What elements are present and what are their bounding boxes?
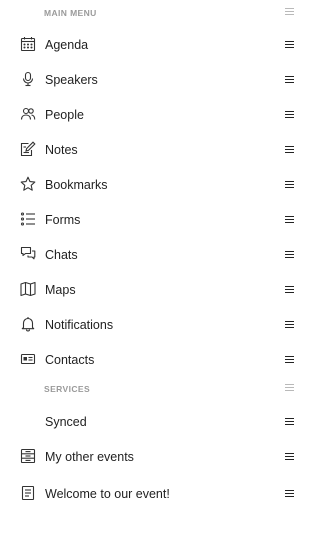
menu-item-speakers[interactable]: Speakers xyxy=(0,62,324,97)
drag-handle-icon[interactable] xyxy=(285,286,294,293)
menu-item-notifications[interactable]: Notifications xyxy=(0,307,324,342)
drag-handle-icon[interactable] xyxy=(285,181,294,188)
menu-item-maps[interactable]: Maps xyxy=(0,272,324,307)
menu-item-notes[interactable]: Notes xyxy=(0,132,324,167)
menu-item-label: Welcome to our event! xyxy=(45,487,170,501)
people-icon xyxy=(20,106,36,122)
document-icon xyxy=(20,485,36,501)
menu-item-label: Forms xyxy=(45,213,81,227)
events-icon xyxy=(20,448,36,464)
star-icon xyxy=(20,176,36,192)
drag-handle-icon[interactable] xyxy=(285,356,294,363)
drag-handle-icon[interactable] xyxy=(285,216,294,223)
drag-handle-icon[interactable] xyxy=(285,111,294,118)
contact-card-icon xyxy=(20,351,36,367)
menu-item-my-other-events[interactable]: My other events xyxy=(0,439,324,474)
main-menu-title: MAIN MENU xyxy=(44,8,97,18)
map-icon xyxy=(20,281,36,297)
microphone-icon xyxy=(20,71,36,87)
menu-item-agenda[interactable]: Agenda xyxy=(0,27,324,62)
services-title: SERVICES xyxy=(44,384,91,394)
menu-item-contacts[interactable]: Contacts xyxy=(0,342,324,377)
drag-handle-icon[interactable] xyxy=(285,384,294,391)
drag-handle-icon[interactable] xyxy=(285,76,294,83)
menu-item-bookmarks[interactable]: Bookmarks xyxy=(0,167,324,202)
calendar-icon xyxy=(20,36,36,52)
menu-item-label: Notes xyxy=(45,143,78,157)
menu-item-label: Synced xyxy=(45,415,87,429)
menu-item-label: Bookmarks xyxy=(45,178,108,192)
menu-item-label: People xyxy=(45,108,84,122)
menu-item-people[interactable]: People xyxy=(0,97,324,132)
menu-item-label: Maps xyxy=(45,283,76,297)
menu-item-label: Chats xyxy=(45,248,78,262)
drag-handle-icon[interactable] xyxy=(285,490,294,497)
drag-handle-icon[interactable] xyxy=(285,453,294,460)
drag-handle-icon[interactable] xyxy=(285,321,294,328)
menu-item-welcome[interactable]: Welcome to our event! xyxy=(0,476,324,511)
services-header: SERVICES xyxy=(0,380,324,402)
notes-icon xyxy=(20,141,36,157)
menu-item-chats[interactable]: Chats xyxy=(0,237,324,272)
main-menu-header: MAIN MENU xyxy=(0,4,324,26)
drag-handle-icon[interactable] xyxy=(285,146,294,153)
drag-handle-icon[interactable] xyxy=(285,251,294,258)
menu-item-forms[interactable]: Forms xyxy=(0,202,324,237)
drag-handle-icon[interactable] xyxy=(285,41,294,48)
chat-icon xyxy=(20,246,36,262)
menu-item-label: Contacts xyxy=(45,353,95,367)
menu-item-label: Speakers xyxy=(45,73,98,87)
menu-item-label: Notifications xyxy=(45,318,114,332)
list-icon xyxy=(20,211,36,227)
menu-item-label: My other events xyxy=(45,450,134,464)
drag-handle-icon[interactable] xyxy=(285,8,294,15)
drag-handle-icon[interactable] xyxy=(285,418,294,425)
menu-item-synced[interactable]: Synced xyxy=(0,404,324,439)
menu-item-label: Agenda xyxy=(45,38,89,52)
bell-icon xyxy=(20,316,36,332)
